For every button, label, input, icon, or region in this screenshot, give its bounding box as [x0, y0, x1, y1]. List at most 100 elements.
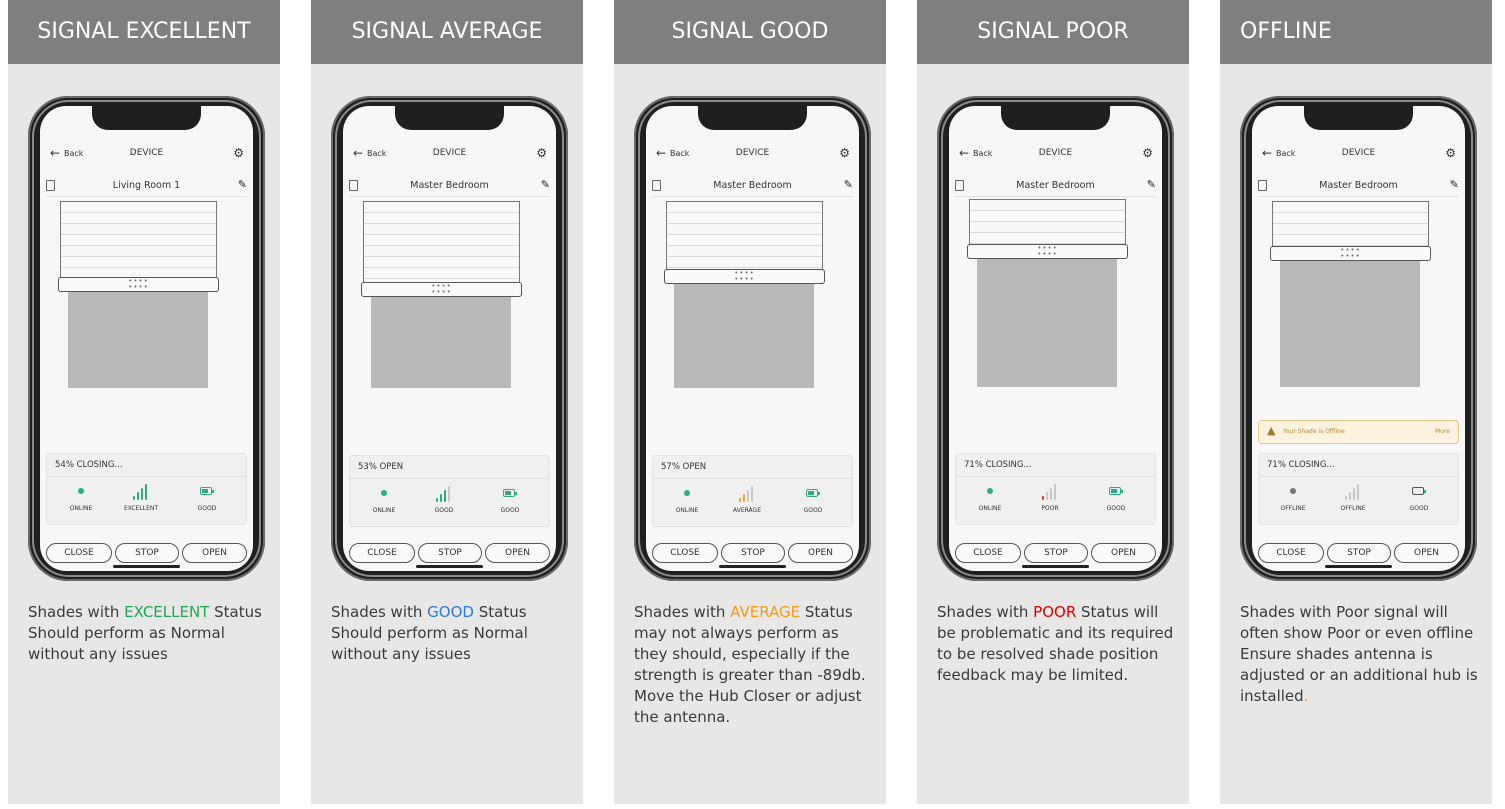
rail-grip-icon: •••• ••••	[734, 269, 755, 283]
signal-status: OFFLINE	[1325, 484, 1381, 512]
panel-description: Shades with AVERAGE Status may not alway…	[634, 602, 874, 728]
signal-status-label: AVERAGE	[733, 507, 761, 514]
close-button[interactable]: CLOSE	[652, 543, 718, 563]
shade-rail-handle[interactable]: •••• ••••	[58, 277, 219, 292]
pencil-icon[interactable]: ✎	[1450, 178, 1459, 191]
phone-mockup: ← Back DEVICE ⚙ Living Room 1 ✎ •••• ••••…	[28, 96, 265, 581]
battery-icon	[806, 489, 820, 497]
stop-button[interactable]: STOP	[1327, 543, 1391, 563]
gear-icon[interactable]: ⚙	[233, 146, 244, 160]
online-status: ONLINE	[962, 484, 1018, 512]
battery-icon	[200, 487, 214, 495]
signal-bars-icon	[133, 484, 149, 500]
shade-covering	[977, 259, 1117, 387]
pencil-icon[interactable]: ✎	[541, 178, 550, 191]
battery-status: GOOD	[179, 484, 235, 512]
control-buttons: CLOSE STOP OPEN	[349, 543, 550, 563]
signal-status-label: EXCELLENT	[123, 505, 159, 512]
gear-icon[interactable]: ⚙	[839, 146, 850, 160]
room-name: Master Bedroom	[713, 180, 792, 191]
desc-pre: Shades with	[331, 603, 428, 621]
pencil-icon[interactable]: ✎	[238, 178, 247, 191]
gear-icon[interactable]: ⚙	[1142, 146, 1153, 160]
divider	[350, 478, 549, 479]
panel-signal-good: SIGNAL GOOD ← Back DEVICE ⚙ Master Bedro…	[614, 0, 886, 809]
open-button[interactable]: OPEN	[485, 543, 550, 563]
shade-rail-handle[interactable]: •••• ••••	[1270, 246, 1431, 261]
phone-screen: ← Back DEVICE ⚙ Living Room 1 ✎ •••• ••••…	[40, 106, 253, 571]
warning-more-link[interactable]: More	[1435, 428, 1450, 435]
close-button[interactable]: CLOSE	[955, 543, 1021, 563]
room-name: Master Bedroom	[410, 180, 489, 191]
desc-highlight: EXCELLENT	[124, 603, 210, 621]
close-button[interactable]: CLOSE	[349, 543, 415, 563]
signal-status: GOOD	[416, 486, 472, 514]
status-panel: 71% CLOSING... ONLINE POOR GOOD	[955, 453, 1156, 525]
pencil-icon[interactable]: ✎	[1147, 178, 1156, 191]
status-panel: 53% OPEN ONLINE GOOD GOOD	[349, 455, 550, 527]
status-dot-icon	[1290, 488, 1296, 494]
control-buttons: CLOSE STOP OPEN	[1258, 543, 1459, 563]
home-indicator	[719, 565, 786, 568]
rail-grip-icon: •••• ••••	[1340, 246, 1361, 260]
panel-body: ← Back DEVICE ⚙ Master Bedroom ✎ •••• •••…	[1220, 64, 1492, 804]
panel-description: Shades with Poor signal will often show …	[1240, 602, 1480, 707]
signal-status: AVERAGE	[719, 486, 775, 514]
status-panel: 54% CLOSING... ONLINE EXCELLENT GOOD	[46, 453, 247, 525]
battery-status-label: GOOD	[1106, 505, 1126, 512]
online-status-label: ONLINE	[69, 505, 93, 512]
online-status: ONLINE	[659, 486, 715, 514]
progress-status: 71% CLOSING...	[1267, 460, 1335, 470]
phone-notch	[92, 106, 201, 130]
progress-status: 57% OPEN	[661, 462, 707, 472]
battery-status-label: GOOD	[803, 507, 823, 514]
battery-icon	[1109, 487, 1123, 495]
panel-body: ← Back DEVICE ⚙ Living Room 1 ✎ •••• ••••…	[8, 64, 280, 804]
battery-status-label: GOOD	[197, 505, 217, 512]
divider	[47, 476, 246, 477]
battery-icon	[503, 489, 517, 497]
signal-status-label: OFFLINE	[1340, 505, 1366, 512]
gear-icon[interactable]: ⚙	[536, 146, 547, 160]
page-title: DEVICE	[1038, 148, 1073, 158]
signal-bars-icon	[436, 486, 452, 502]
stop-button[interactable]: STOP	[721, 543, 785, 563]
panel-header: SIGNAL POOR	[917, 0, 1189, 64]
close-button[interactable]: CLOSE	[1258, 543, 1324, 563]
status-panel: 71% CLOSING... OFFLINE OFFLINE GOOD	[1258, 453, 1459, 525]
home-indicator	[113, 565, 180, 568]
app-nav-bar: ← Back DEVICE ⚙	[646, 144, 859, 164]
shade-rail-handle[interactable]: •••• ••••	[361, 282, 522, 297]
divider	[956, 476, 1155, 477]
gear-icon[interactable]: ⚙	[1445, 146, 1456, 160]
offline-warning-banner[interactable]: ▲ Your Shade is Offline More	[1258, 420, 1459, 444]
desc-highlight: GOOD	[427, 603, 474, 621]
panel-signal-poor: SIGNAL POOR ← Back DEVICE ⚙ Master Bedro…	[917, 0, 1189, 809]
battery-status: GOOD	[482, 486, 538, 514]
shade-covering	[68, 292, 208, 388]
rail-grip-icon: •••• ••••	[431, 282, 452, 296]
pencil-icon[interactable]: ✎	[844, 178, 853, 191]
page-title: DEVICE	[735, 148, 770, 158]
open-button[interactable]: OPEN	[1394, 543, 1459, 563]
app-nav-bar: ← Back DEVICE ⚙	[1252, 144, 1465, 164]
signal-status-label: GOOD	[434, 507, 454, 514]
panel-header: SIGNAL AVERAGE	[311, 0, 583, 64]
device-name-row: Living Room 1 ✎	[46, 178, 247, 197]
signal-status: POOR	[1022, 484, 1078, 512]
shade-rail-handle[interactable]: •••• ••••	[664, 269, 825, 284]
stop-button[interactable]: STOP	[418, 543, 482, 563]
desc-pre: Shades with	[937, 603, 1034, 621]
page-title: DEVICE	[1341, 148, 1376, 158]
window-frame	[666, 201, 823, 273]
open-button[interactable]: OPEN	[788, 543, 853, 563]
shade-rail-handle[interactable]: •••• ••••	[967, 244, 1128, 259]
stop-button[interactable]: STOP	[1024, 543, 1088, 563]
stop-button[interactable]: STOP	[115, 543, 179, 563]
phone-notch	[395, 106, 504, 130]
open-button[interactable]: OPEN	[1091, 543, 1156, 563]
open-button[interactable]: OPEN	[182, 543, 247, 563]
room-name: Master Bedroom	[1016, 180, 1095, 191]
close-button[interactable]: CLOSE	[46, 543, 112, 563]
online-status-label: ONLINE	[675, 507, 699, 514]
